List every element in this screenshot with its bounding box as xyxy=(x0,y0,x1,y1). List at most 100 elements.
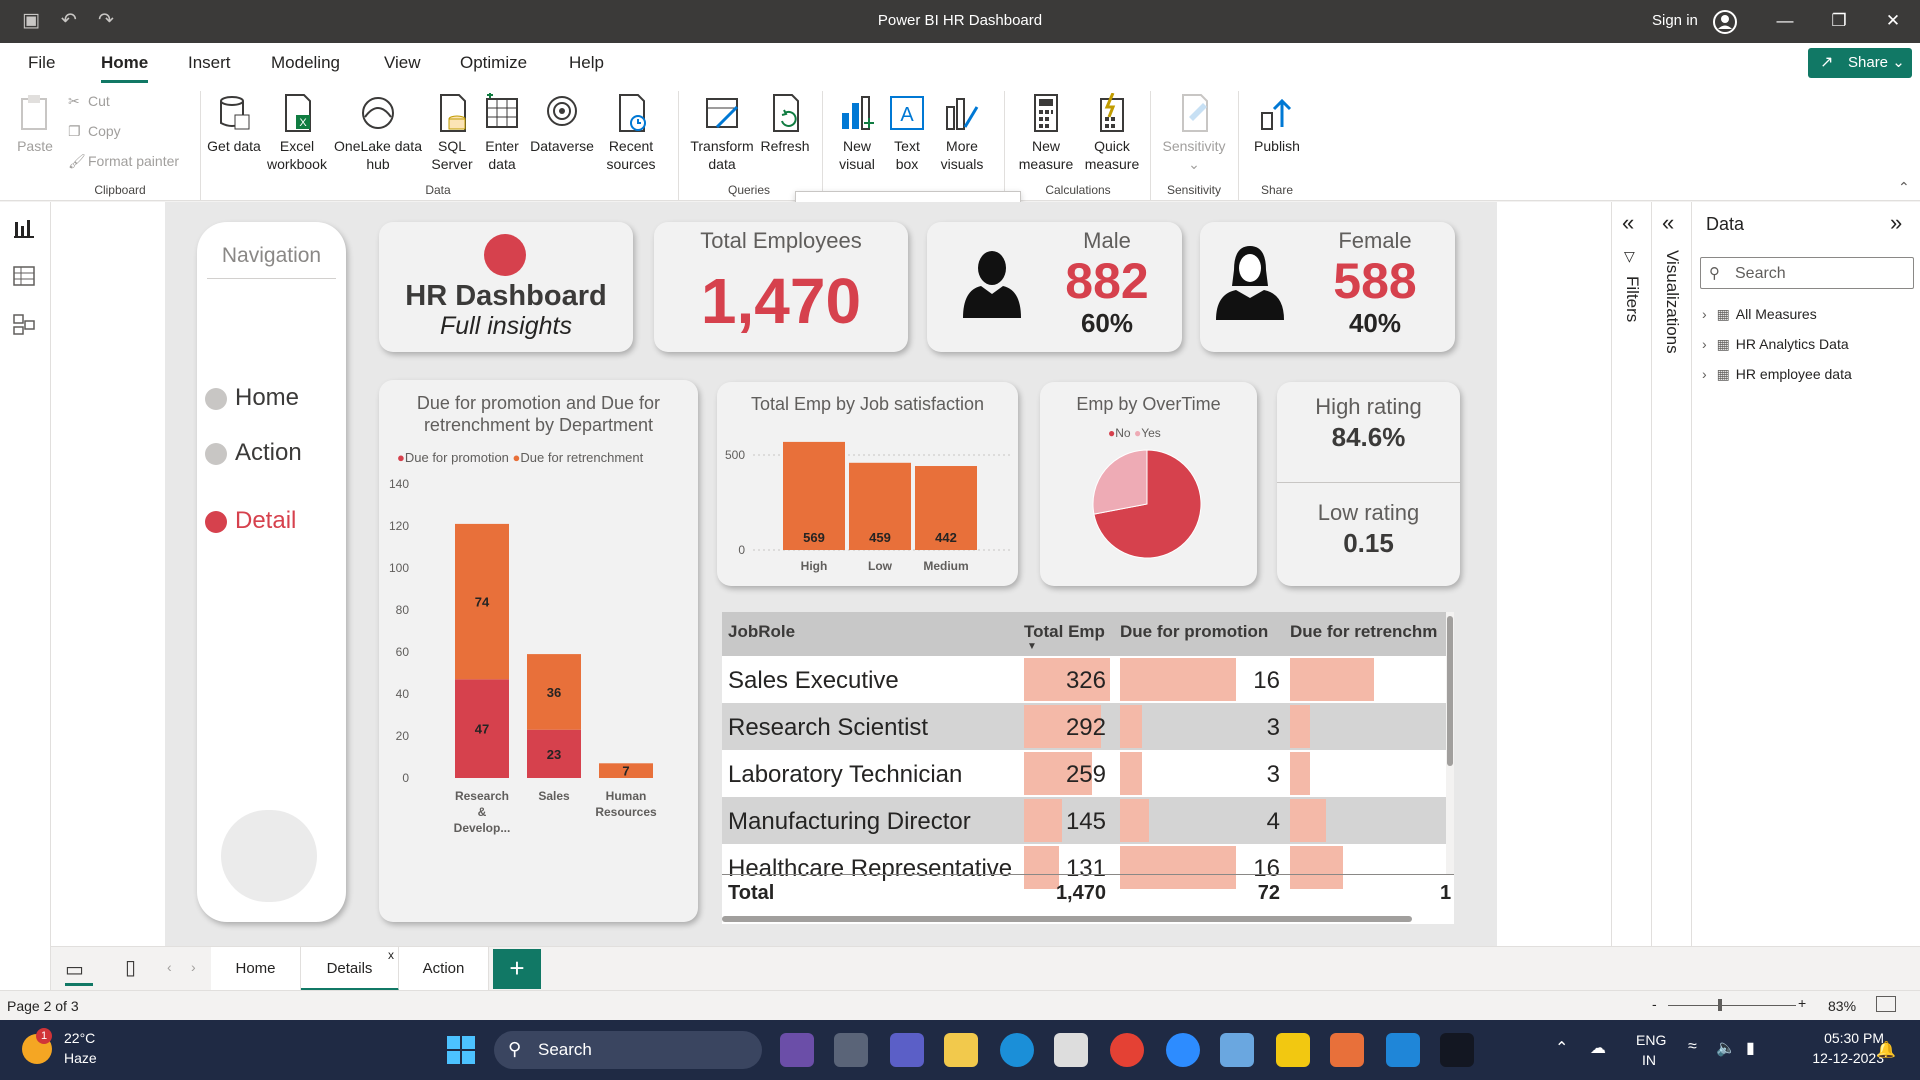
paste-button[interactable]: Paste xyxy=(12,93,58,155)
report-view-icon[interactable] xyxy=(12,216,38,242)
table-horizontal-scrollbar[interactable] xyxy=(722,916,1412,922)
refresh-button[interactable]: Refresh xyxy=(758,93,812,155)
fit-to-page-icon[interactable] xyxy=(1876,996,1896,1012)
volume-icon[interactable]: 🔈 xyxy=(1716,1038,1736,1058)
copy-button[interactable]: ❐ Copy xyxy=(68,123,121,140)
dataverse-button[interactable]: Dataverse xyxy=(526,93,598,155)
sensitivity-button[interactable]: Sensitivity ⌄ xyxy=(1156,93,1232,173)
quick-measure-button[interactable]: Quick measure xyxy=(1080,93,1144,173)
transform-data-button[interactable]: Transform data xyxy=(686,93,758,173)
zoom-icon[interactable] xyxy=(1166,1033,1200,1067)
add-page-button[interactable]: + xyxy=(493,949,541,989)
cut-button[interactable]: ✂ Cut xyxy=(68,93,110,110)
job-satisfaction-bar-chart[interactable]: 500 0 569 High 459 Low 442 Medium xyxy=(717,422,1018,582)
visualizations-label[interactable]: Visualizations xyxy=(1662,250,1682,354)
tab-home[interactable]: Home xyxy=(101,53,149,83)
svg-text:X: X xyxy=(299,117,307,129)
tab-modeling[interactable]: Modeling xyxy=(271,53,340,73)
expand-data-icon[interactable]: » xyxy=(1890,210,1902,236)
filters-label[interactable]: Filters xyxy=(1622,276,1642,322)
data-table-item[interactable]: › ▦ All Measures xyxy=(1702,306,1912,323)
table-row[interactable]: Laboratory Technician 259 3 xyxy=(722,750,1446,797)
page-tab-home[interactable]: Home xyxy=(211,947,301,991)
overtime-pie-chart[interactable] xyxy=(1040,442,1257,586)
windows-start-icon[interactable] xyxy=(447,1036,475,1064)
app-icon[interactable] xyxy=(780,1033,814,1067)
excel-workbook-button[interactable]: X Excel workbook xyxy=(262,93,332,173)
scrollbar-thumb[interactable] xyxy=(1447,616,1453,766)
clock-time[interactable]: 05:30 PM xyxy=(1784,1030,1884,1046)
tab-view[interactable]: View xyxy=(384,53,421,73)
notification-bell-icon[interactable]: 🔔 xyxy=(1876,1040,1896,1060)
table-row[interactable]: Manufacturing Director 145 4 xyxy=(722,797,1446,844)
data-table-item[interactable]: › ▦ HR Analytics Data xyxy=(1702,336,1912,353)
zoom-slider-thumb[interactable] xyxy=(1718,999,1722,1011)
app-icon[interactable] xyxy=(1330,1033,1364,1067)
new-visual-button[interactable]: New visual xyxy=(830,93,884,173)
file-explorer-icon[interactable] xyxy=(944,1033,978,1067)
collapse-visualizations-icon[interactable]: « xyxy=(1662,210,1674,236)
region-indicator: IN xyxy=(1642,1052,1656,1068)
zoom-out-icon[interactable]: - xyxy=(1652,996,1657,1012)
restore-icon[interactable]: ❐ xyxy=(1824,8,1854,34)
get-data-button[interactable]: Get data xyxy=(206,93,262,155)
column-header[interactable]: Due for promotion xyxy=(1120,622,1268,642)
power-bi-icon[interactable] xyxy=(1276,1033,1310,1067)
column-header[interactable]: Total Emp xyxy=(1024,622,1105,642)
onedrive-icon[interactable]: ☁ xyxy=(1590,1038,1606,1058)
sort-desc-icon[interactable]: ▼ xyxy=(1027,641,1037,652)
page-tab-details[interactable]: Details x xyxy=(301,947,399,991)
column-header[interactable]: Due for retrenchm xyxy=(1290,622,1437,642)
table-row[interactable]: Research Scientist 292 3 xyxy=(722,703,1446,750)
zoom-slider[interactable] xyxy=(1668,1005,1796,1006)
account-icon[interactable] xyxy=(1712,9,1738,35)
language-indicator[interactable]: ENG xyxy=(1636,1032,1666,1048)
collapse-ribbon-icon[interactable]: ⌃ xyxy=(1898,179,1910,196)
store-icon[interactable] xyxy=(1054,1033,1088,1067)
text-box-button[interactable]: A Text box xyxy=(884,93,930,173)
tab-insert[interactable]: Insert xyxy=(188,53,231,73)
data-table-item[interactable]: › ▦ HR employee data xyxy=(1702,366,1912,383)
chrome-icon[interactable] xyxy=(1110,1033,1144,1067)
vscode-icon[interactable] xyxy=(1386,1033,1420,1067)
table-view-icon[interactable] xyxy=(12,264,38,290)
battery-icon[interactable]: ▮ xyxy=(1746,1038,1755,1058)
teams-icon[interactable] xyxy=(890,1033,924,1067)
tab-optimize[interactable]: Optimize xyxy=(460,53,527,73)
sql-server-button[interactable]: SQL Server xyxy=(424,93,480,173)
model-view-icon[interactable] xyxy=(12,312,38,338)
mobile-layout-icon[interactable]: ▯ xyxy=(125,955,136,980)
taskbar-search-input[interactable]: ⚲ Search xyxy=(494,1031,762,1069)
sign-in-link[interactable]: Sign in xyxy=(1652,12,1698,29)
column-header[interactable]: JobRole xyxy=(728,622,795,642)
minimize-icon[interactable]: — xyxy=(1770,8,1800,34)
tradingview-icon[interactable] xyxy=(1440,1033,1474,1067)
scroll-right-icon[interactable]: › xyxy=(191,959,196,975)
department-bar-chart[interactable]: 140 120 100 80 60 40 20 0 47 74 Research & Develop..… xyxy=(379,470,698,910)
table-row[interactable]: Sales Executive 326 16 xyxy=(722,656,1446,703)
kpi-title: Low rating xyxy=(1317,500,1420,525)
enter-data-button[interactable]: Enter data xyxy=(480,93,524,173)
task-view-icon[interactable] xyxy=(834,1033,868,1067)
share-button[interactable]: ↗ Share ⌄ xyxy=(1808,48,1912,78)
scroll-left-icon[interactable]: ‹ xyxy=(167,959,172,975)
new-measure-button[interactable]: New measure xyxy=(1012,93,1080,173)
recent-sources-button[interactable]: Recent sources xyxy=(598,93,664,173)
desktop-layout-icon[interactable]: ▭ xyxy=(65,957,84,982)
format-painter-button[interactable]: 🖌 Format painter xyxy=(68,153,179,170)
tab-file[interactable]: File xyxy=(28,53,55,73)
edge-icon[interactable] xyxy=(1000,1033,1034,1067)
publish-button[interactable]: Publish xyxy=(1246,93,1308,155)
collapse-filters-icon[interactable]: « xyxy=(1622,210,1634,236)
onelake-data-hub-button[interactable]: OneLake data hub xyxy=(332,93,424,173)
wifi-icon[interactable]: ≈ xyxy=(1688,1038,1697,1056)
page-tab-action[interactable]: Action xyxy=(399,947,489,991)
snipping-tool-icon[interactable] xyxy=(1220,1033,1254,1067)
show-hidden-icons[interactable]: ⌃ xyxy=(1555,1038,1568,1058)
close-icon[interactable]: ✕ xyxy=(1878,8,1908,34)
zoom-in-icon[interactable]: + xyxy=(1798,995,1806,1011)
close-page-icon[interactable]: x xyxy=(388,933,394,977)
data-search-input[interactable]: ⚲ Search xyxy=(1700,257,1914,289)
more-visuals-button[interactable]: More visuals xyxy=(930,93,994,173)
tab-help[interactable]: Help xyxy=(569,53,604,73)
